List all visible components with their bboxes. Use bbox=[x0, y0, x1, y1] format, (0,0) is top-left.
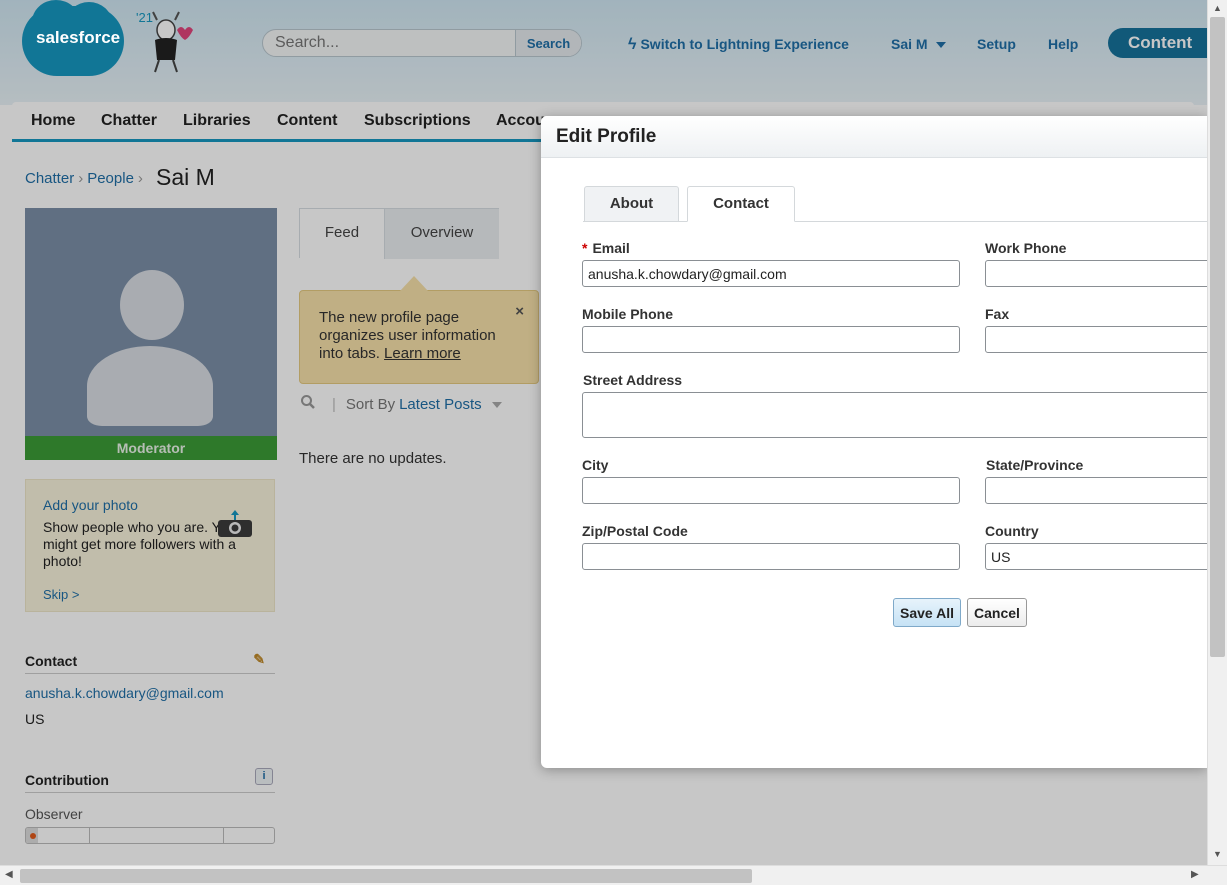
zip-label: Zip/Postal Code bbox=[582, 523, 688, 539]
state-label: State/Province bbox=[986, 457, 1084, 473]
save-all-button[interactable]: Save All bbox=[893, 598, 961, 627]
email-label-text: Email bbox=[592, 240, 630, 256]
cancel-button[interactable]: Cancel bbox=[967, 598, 1027, 627]
vertical-scroll-thumb[interactable] bbox=[1210, 17, 1225, 657]
horizontal-scrollbar[interactable]: ◀ ▶ bbox=[0, 865, 1227, 885]
tab-about[interactable]: About bbox=[584, 186, 679, 222]
scroll-up-icon[interactable]: ▲ bbox=[1213, 3, 1222, 13]
logo-text: salesforce bbox=[36, 28, 121, 47]
mobile-phone-field[interactable] bbox=[582, 326, 960, 353]
edit-profile-dialog: Edit Profile About Contact *Email Work P… bbox=[541, 116, 1207, 768]
email-label: * Email bbox=[582, 240, 630, 256]
scroll-left-icon[interactable]: ◀ bbox=[5, 869, 13, 880]
dialog-title: Edit Profile bbox=[556, 126, 657, 147]
work-phone-label: Work Phone bbox=[985, 240, 1067, 256]
state-field[interactable] bbox=[985, 477, 1207, 504]
dialog-header: Edit Profile bbox=[541, 116, 1207, 158]
scroll-right-icon[interactable]: ▶ bbox=[1191, 869, 1199, 880]
country-field[interactable] bbox=[985, 543, 1207, 570]
fax-label: Fax bbox=[985, 306, 1010, 322]
work-phone-field[interactable] bbox=[985, 260, 1207, 287]
tab-contact[interactable]: Contact bbox=[687, 186, 795, 222]
street-address-label: Street Address bbox=[583, 372, 683, 388]
city-label: City bbox=[582, 457, 609, 473]
chatter-profile-page: salesforce '21 Search ϟSwitch to Lightni… bbox=[0, 0, 1207, 865]
zip-field[interactable] bbox=[582, 543, 960, 570]
email-field[interactable] bbox=[582, 260, 960, 287]
vertical-scrollbar[interactable]: ▲ ▼ bbox=[1207, 0, 1227, 865]
country-label: Country bbox=[985, 523, 1039, 539]
scroll-down-icon[interactable]: ▼ bbox=[1213, 849, 1222, 859]
fax-field[interactable] bbox=[985, 326, 1207, 353]
city-field[interactable] bbox=[582, 477, 960, 504]
horizontal-scroll-thumb[interactable] bbox=[20, 869, 752, 883]
street-address-field[interactable] bbox=[582, 392, 1207, 438]
mobile-phone-label: Mobile Phone bbox=[582, 306, 673, 322]
required-mark: * bbox=[582, 240, 588, 256]
